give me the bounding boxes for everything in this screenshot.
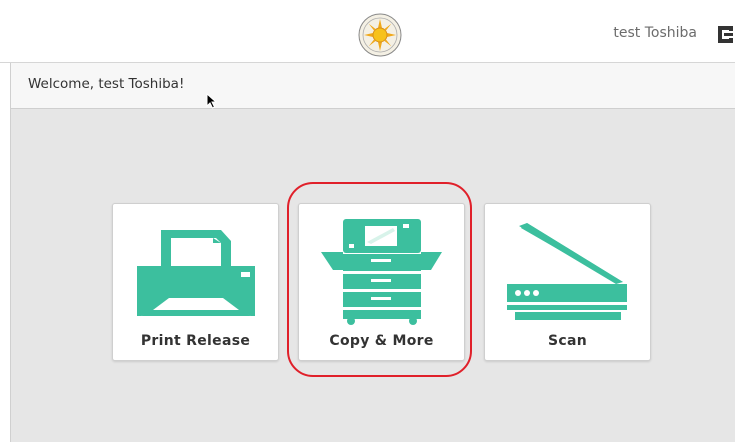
print-release-tile[interactable]: Print Release [112, 203, 279, 361]
header-bar: test Toshiba [0, 0, 735, 63]
logout-icon[interactable] [716, 25, 735, 44]
sun-seal-logo [358, 13, 402, 57]
mouse-cursor-icon [206, 93, 218, 109]
print-release-label: Print Release [140, 333, 251, 349]
scan-label: Scan [548, 333, 587, 349]
scan-tile[interactable]: Scan [484, 203, 651, 361]
welcome-bar: Welcome, test Toshiba! [10, 63, 735, 109]
user-name-label[interactable]: test Toshiba [613, 25, 697, 41]
copy-and-more-label: Copy & More [329, 333, 434, 349]
copy-and-more-tile[interactable]: Copy & More [298, 203, 465, 361]
welcome-message: Welcome, test Toshiba! [28, 76, 185, 92]
